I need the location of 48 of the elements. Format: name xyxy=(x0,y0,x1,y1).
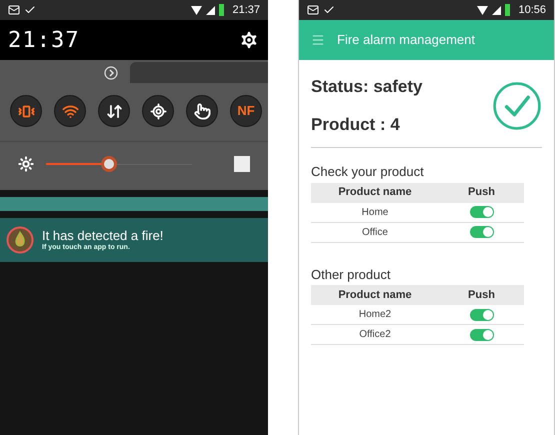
wifi-icon xyxy=(62,102,78,120)
signal-icon xyxy=(206,6,216,14)
wifi-icon xyxy=(191,6,202,14)
column-header: Product name xyxy=(337,288,413,303)
signal-icon xyxy=(492,6,502,14)
push-switch[interactable] xyxy=(470,226,494,238)
table-cell-text: Office2 xyxy=(358,328,392,342)
vibrate-icon xyxy=(18,102,34,120)
table-cell-text: Office xyxy=(361,226,389,240)
section-title: Check your product xyxy=(311,163,425,181)
brightness-icon xyxy=(18,156,34,172)
clock: 21:37 xyxy=(8,26,81,54)
battery-icon xyxy=(219,4,224,16)
column-header: Push xyxy=(467,288,496,303)
check-icon xyxy=(323,4,335,16)
table-cell-text: Home2 xyxy=(358,308,392,322)
notification-title: It has detected a fire! xyxy=(42,228,164,244)
data-toggle[interactable] xyxy=(98,95,130,127)
chevron-icon[interactable] xyxy=(104,66,118,80)
pointer-hand-icon xyxy=(194,102,210,120)
status-text: Status: safety xyxy=(311,76,424,98)
nfc-toggle[interactable]: NF xyxy=(230,95,262,127)
battery-icon xyxy=(505,4,510,16)
arrows-icon xyxy=(106,102,122,120)
auto-checkbox[interactable] xyxy=(234,156,250,172)
crosshair-icon xyxy=(150,102,166,120)
push-switch[interactable] xyxy=(470,206,494,218)
slider-thumb[interactable] xyxy=(100,156,117,172)
section-title: Other product xyxy=(311,266,392,284)
wifi-icon xyxy=(477,6,488,14)
check-icon xyxy=(24,4,36,16)
brightness-slider[interactable] xyxy=(46,156,192,172)
push-switch[interactable] xyxy=(470,308,494,320)
flame-icon xyxy=(6,226,34,254)
touch-toggle[interactable] xyxy=(186,95,218,127)
location-toggle[interactable] xyxy=(142,95,174,127)
column-header: Push xyxy=(467,185,496,200)
push-switch[interactable] xyxy=(470,328,494,340)
column-header: Product name xyxy=(337,185,413,200)
mail-icon xyxy=(8,4,20,16)
product-count: Product : 4 xyxy=(311,114,401,136)
app-title: Fire alarm management xyxy=(337,31,475,50)
status-time: 21:37 xyxy=(232,2,260,18)
mail-icon xyxy=(307,4,319,16)
status-time: 10:56 xyxy=(518,2,546,18)
table-cell-text: Home xyxy=(360,206,390,220)
wifi-toggle[interactable] xyxy=(54,95,86,127)
vibrate-toggle[interactable] xyxy=(10,95,42,127)
